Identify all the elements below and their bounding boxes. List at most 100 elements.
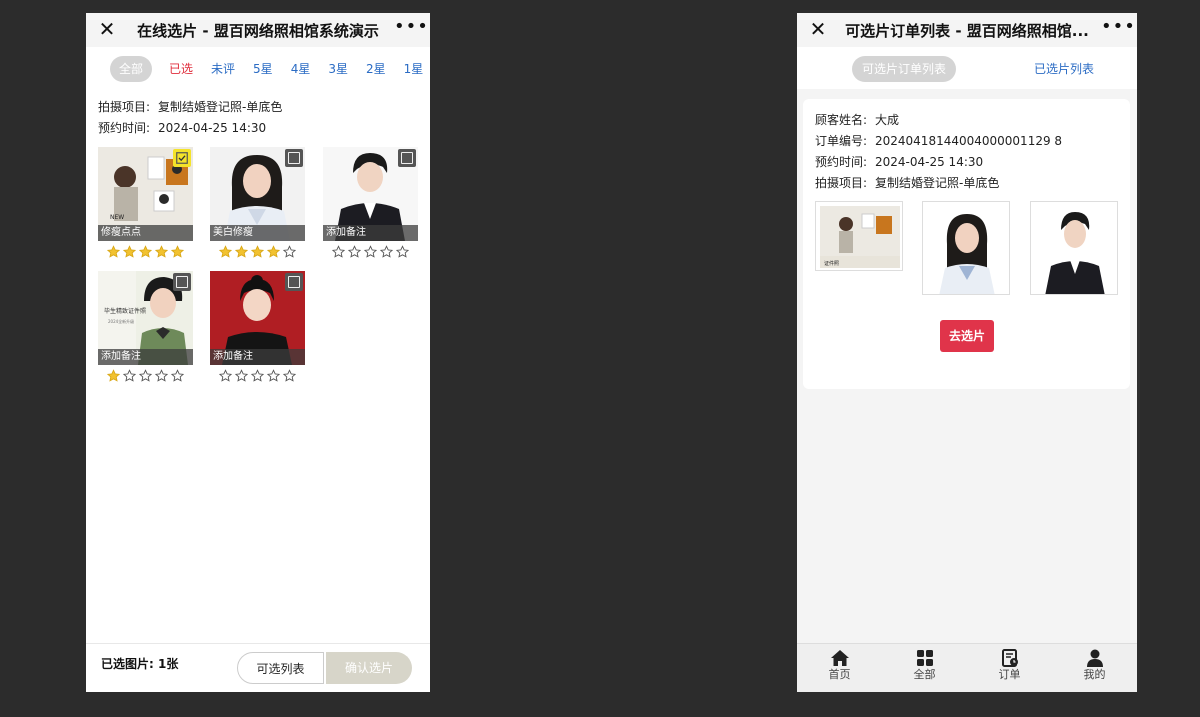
title-bar: ✕ 可选片订单列表 - 盟百网络照相馆... •••: [797, 13, 1137, 47]
order-tabs: 可选片订单列表 已选片列表: [797, 47, 1137, 89]
home-icon: [830, 650, 849, 666]
photo-card[interactable]: 添加备注: [210, 271, 305, 365]
go-select-button[interactable]: 去选片: [940, 320, 994, 352]
order-photo-thumb[interactable]: 证件照: [815, 201, 903, 271]
tab-orders[interactable]: 订单: [967, 644, 1052, 692]
select-checkbox[interactable]: [285, 149, 303, 167]
tab-selectable-orders[interactable]: 可选片订单列表: [852, 56, 957, 82]
selectable-list-button[interactable]: 可选列表: [237, 652, 324, 684]
star-filled-icon[interactable]: [139, 245, 152, 258]
photo-card[interactable]: 毕生精致证件照 2024全新升级 添加备注: [98, 271, 193, 365]
user-icon: [1086, 649, 1103, 667]
confirm-selection-button[interactable]: 确认选片: [326, 652, 412, 684]
star-empty-icon[interactable]: [139, 369, 152, 382]
svg-text:NEW: NEW: [110, 214, 124, 221]
star-filled-icon[interactable]: [107, 369, 120, 382]
tab-selected-list[interactable]: 已选片列表: [1034, 56, 1094, 82]
select-checkbox[interactable]: [398, 149, 416, 167]
photo-card[interactable]: NEW 修瘦点点: [98, 147, 193, 241]
star-empty-icon[interactable]: [171, 369, 184, 382]
photo-card[interactable]: 添加备注: [323, 147, 418, 241]
star-empty-icon[interactable]: [332, 245, 345, 258]
filter-2-star[interactable]: 2星: [357, 56, 395, 82]
star-filled-icon[interactable]: [219, 245, 232, 258]
close-icon[interactable]: ✕: [807, 18, 829, 40]
star-empty-icon[interactable]: [267, 369, 280, 382]
filter-unrated[interactable]: 未评: [202, 56, 244, 82]
photo-grid: NEW 修瘦点点 美白修瘦 添加备注 毕生精致证件照 2024全新升级 添加备注…: [86, 143, 430, 657]
shoot-info: 拍摄项目: 复制结婚登记照-单底色 预约时间: 2024-04-25 14:30: [86, 91, 430, 143]
photo-card[interactable]: 美白修瘦: [210, 147, 305, 241]
appointment-row: 预约时间: 2024-04-25 14:30: [98, 118, 418, 139]
filter-1-star[interactable]: 1星: [395, 56, 430, 82]
customer-row: 顾客姓名: 大成: [815, 111, 899, 128]
tab-label: 我的: [1083, 668, 1106, 681]
customer-label: 顾客姓名:: [815, 113, 868, 127]
star-filled-icon[interactable]: [267, 245, 280, 258]
filter-3-star[interactable]: 3星: [319, 56, 357, 82]
tab-me[interactable]: 我的: [1052, 644, 1137, 692]
star-empty-icon[interactable]: [251, 369, 264, 382]
order-photo-thumb[interactable]: [1030, 201, 1118, 295]
star-rating[interactable]: [98, 245, 193, 259]
tab-label: 首页: [828, 668, 851, 681]
select-checkbox[interactable]: [173, 149, 191, 167]
star-filled-icon[interactable]: [107, 245, 120, 258]
appointment-value: 2024-04-25 14:30: [158, 121, 267, 135]
more-options-icon[interactable]: •••: [1101, 18, 1135, 40]
star-rating[interactable]: [98, 369, 193, 383]
appointment-row: 预约时间: 2024-04-25 14:30: [815, 153, 983, 170]
select-checkbox[interactable]: [285, 273, 303, 291]
star-empty-icon[interactable]: [283, 245, 296, 258]
star-empty-icon[interactable]: [380, 245, 393, 258]
star-empty-icon[interactable]: [155, 369, 168, 382]
photo-note[interactable]: 添加备注: [210, 349, 305, 365]
filter-selected[interactable]: 已选: [160, 56, 202, 82]
order-card: 顾客姓名: 大成 订单编号: 20240418144004000001129 8 预…: [803, 99, 1130, 389]
bottom-action-bar: 已选图片: 1张 可选列表 确认选片: [86, 643, 430, 692]
tab-home[interactable]: 首页: [797, 644, 882, 692]
star-filled-icon[interactable]: [171, 245, 184, 258]
order-photo-thumb[interactable]: [922, 201, 1010, 295]
star-empty-icon[interactable]: [396, 245, 409, 258]
order-list-screen: ✕ 可选片订单列表 - 盟百网络照相馆... ••• 可选片订单列表 已选片列表…: [797, 13, 1137, 692]
photo-thumbnail: 证件照: [820, 206, 900, 268]
star-empty-icon[interactable]: [348, 245, 361, 258]
star-rating[interactable]: [323, 245, 418, 259]
photo-thumbnail: [923, 202, 1009, 294]
selected-count: 已选图片: 1张: [101, 657, 179, 671]
select-checkbox[interactable]: [173, 273, 191, 291]
order-number-label: 订单编号:: [815, 134, 868, 148]
order-icon: [1001, 649, 1018, 667]
project-value: 复制结婚登记照-单底色: [158, 100, 283, 114]
close-icon[interactable]: ✕: [96, 18, 118, 40]
project-label: 拍摄项目:: [98, 100, 151, 114]
star-empty-icon[interactable]: [123, 369, 136, 382]
more-options-icon[interactable]: •••: [394, 18, 428, 40]
star-empty-icon[interactable]: [283, 369, 296, 382]
photo-note[interactable]: 美白修瘦: [210, 225, 305, 241]
star-filled-icon[interactable]: [235, 245, 248, 258]
page-title: 可选片订单列表 - 盟百网络照相馆...: [845, 21, 1089, 40]
star-rating[interactable]: [210, 369, 305, 383]
star-empty-icon[interactable]: [364, 245, 377, 258]
svg-text:毕生精致证件照: 毕生精致证件照: [104, 307, 146, 315]
star-filled-icon[interactable]: [251, 245, 264, 258]
photo-note[interactable]: 添加备注: [323, 225, 418, 241]
filter-5-star[interactable]: 5星: [244, 56, 282, 82]
project-row: 拍摄项目: 复制结婚登记照-单底色: [98, 97, 418, 118]
filter-4-star[interactable]: 4星: [282, 56, 320, 82]
tab-all[interactable]: 全部: [882, 644, 967, 692]
page-title: 在线选片 - 盟百网络照相馆系统演示: [137, 21, 379, 40]
star-filled-icon[interactable]: [123, 245, 136, 258]
star-empty-icon[interactable]: [235, 369, 248, 382]
grid-icon: [916, 650, 933, 666]
star-rating[interactable]: [210, 245, 305, 259]
star-empty-icon[interactable]: [219, 369, 232, 382]
project-row: 拍摄项目: 复制结婚登记照-单底色: [815, 174, 999, 191]
filter-all[interactable]: 全部: [110, 56, 153, 82]
photo-note[interactable]: 添加备注: [98, 349, 193, 365]
star-filled-icon[interactable]: [155, 245, 168, 258]
photo-note[interactable]: 修瘦点点: [98, 225, 193, 241]
photo-thumbnail: [1031, 202, 1117, 294]
